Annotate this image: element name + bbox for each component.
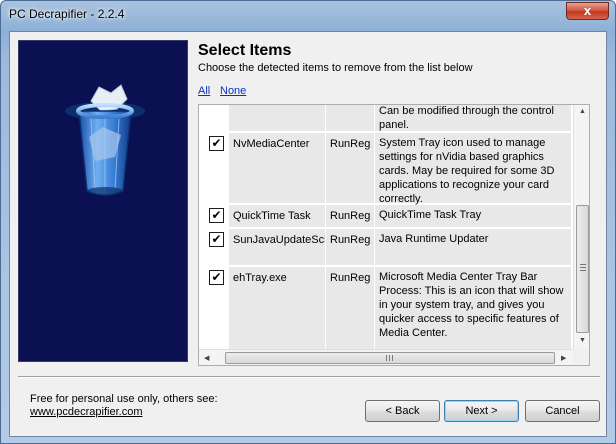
cancel-button[interactable]: Cancel bbox=[525, 400, 600, 422]
item-checkbox[interactable]: ✔ bbox=[209, 208, 224, 223]
page-subtitle: Choose the detected items to remove from… bbox=[198, 62, 473, 74]
next-button[interactable]: Next > bbox=[444, 400, 519, 422]
item-name bbox=[229, 105, 325, 131]
list-check-cell: ✔ bbox=[199, 133, 229, 203]
scroll-left-icon[interactable]: ◀ bbox=[204, 354, 209, 362]
item-type: RunReg bbox=[326, 133, 374, 203]
item-type: RunReg bbox=[326, 267, 374, 349]
item-description: Java Runtime Updater bbox=[375, 229, 571, 265]
website-link[interactable]: www.pcdecrapifier.com bbox=[30, 406, 143, 418]
recycle-bin-icon bbox=[65, 84, 145, 196]
select-all-link[interactable]: All bbox=[198, 85, 210, 97]
select-none-link[interactable]: None bbox=[220, 85, 246, 97]
grip-icon bbox=[386, 355, 393, 361]
list-item[interactable]: ✔ NvMediaCenter RunReg System Tray icon … bbox=[199, 133, 573, 205]
scroll-up-icon[interactable]: ▲ bbox=[579, 108, 586, 115]
item-type: RunReg bbox=[326, 229, 374, 265]
vertical-scroll-thumb[interactable] bbox=[576, 205, 589, 333]
page-title: Select Items bbox=[198, 42, 292, 59]
list-item[interactable]: ✔ ehTray.exe RunReg Microsoft Media Cent… bbox=[199, 267, 573, 349]
item-type bbox=[326, 105, 374, 131]
item-name: QuickTime Task bbox=[229, 205, 325, 227]
list-item[interactable]: ✔ SunJavaUpdateSched RunReg Java Runtime… bbox=[199, 229, 573, 265]
close-icon: x bbox=[583, 3, 592, 18]
license-text: Free for personal use only, others see: bbox=[30, 393, 218, 405]
items-list[interactable]: Can be modified through the control pane… bbox=[198, 104, 590, 366]
item-name: ehTray.exe bbox=[229, 267, 325, 349]
item-description: Can be modified through the control pane… bbox=[375, 105, 571, 131]
item-name: SunJavaUpdateSched bbox=[229, 229, 325, 265]
item-checkbox[interactable]: ✔ bbox=[209, 136, 224, 151]
app-window: PC Decrapifier - 2.2.4 x Select Items Ch… bbox=[0, 0, 616, 444]
item-description: Microsoft Media Center Tray Bar Process:… bbox=[375, 267, 571, 349]
window-title: PC Decrapifier - 2.2.4 bbox=[9, 7, 125, 21]
item-checkbox[interactable]: ✔ bbox=[209, 270, 224, 285]
vertical-scrollbar[interactable]: ▲ ▼ bbox=[573, 105, 589, 349]
title-bar[interactable]: PC Decrapifier - 2.2.4 x bbox=[1, 1, 615, 29]
scroll-down-icon[interactable]: ▼ bbox=[579, 337, 586, 344]
scrollbar-corner bbox=[573, 349, 589, 365]
item-description: QuickTime Task Tray bbox=[375, 205, 571, 227]
item-checkbox[interactable]: ✔ bbox=[209, 232, 224, 247]
footer-divider bbox=[18, 376, 600, 378]
list-check-cell bbox=[199, 105, 229, 131]
list-item[interactable]: Can be modified through the control pane… bbox=[199, 105, 573, 131]
grip-icon bbox=[580, 264, 586, 271]
list-check-cell: ✔ bbox=[199, 205, 229, 227]
scroll-right-icon[interactable]: ▶ bbox=[561, 354, 566, 362]
horizontal-scroll-thumb[interactable] bbox=[225, 352, 555, 364]
list-check-cell: ✔ bbox=[199, 267, 229, 349]
list-item[interactable]: ✔ QuickTime Task RunReg QuickTime Task T… bbox=[199, 205, 573, 227]
item-description: System Tray icon used to manage settings… bbox=[375, 133, 571, 205]
close-button[interactable]: x bbox=[566, 2, 609, 20]
item-name: NvMediaCenter bbox=[229, 133, 325, 203]
item-type: RunReg bbox=[326, 205, 374, 227]
item-description-text: Can be modified through the control pane… bbox=[379, 105, 554, 131]
banner-panel bbox=[18, 40, 188, 362]
wizard-page: Select Items Choose the detected items t… bbox=[9, 31, 607, 437]
list-check-cell: ✔ bbox=[199, 229, 229, 265]
list-rows: Can be modified through the control pane… bbox=[199, 105, 573, 349]
horizontal-scrollbar[interactable]: ◀ ▶ bbox=[199, 349, 573, 365]
back-button[interactable]: < Back bbox=[365, 400, 440, 422]
